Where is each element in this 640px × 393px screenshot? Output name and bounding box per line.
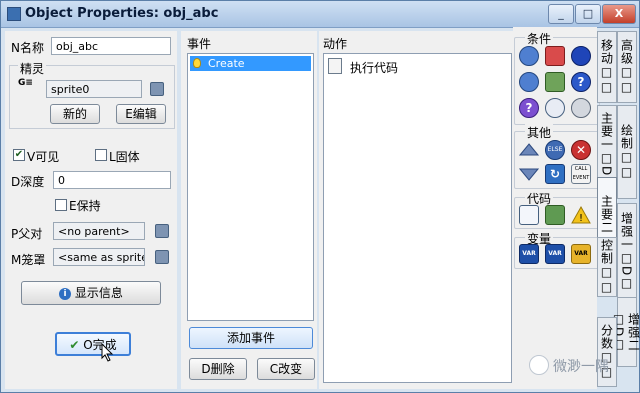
- check-question-icon[interactable]: ?: [571, 72, 591, 92]
- svg-text:!: !: [579, 213, 583, 224]
- mask-label: M笼罩: [11, 253, 46, 267]
- show-info-label: 显示信息: [74, 286, 123, 300]
- parent-label: P父对: [11, 227, 43, 241]
- tab-extra1[interactable]: 增强一□D□: [617, 203, 637, 301]
- object-properties-window: Object Properties: obj_abc _ □ X N名称 obj…: [0, 0, 640, 393]
- code-page-icon: [328, 58, 342, 74]
- actions-header: 动作: [323, 37, 348, 51]
- group-other: 其他 ELSE ✕ ↻ CALL EVENT: [514, 124, 600, 189]
- set-variable-icon[interactable]: VAR: [519, 244, 539, 264]
- new-sprite-button[interactable]: 新的: [50, 104, 100, 124]
- actions-list[interactable]: 执行代码: [323, 53, 512, 383]
- tab-control[interactable]: 控制□□: [597, 237, 617, 297]
- check-mouse-icon[interactable]: [545, 98, 565, 118]
- call-event-icon[interactable]: CALL EVENT: [571, 164, 591, 184]
- group-conditions: 条件 ? ?: [514, 30, 600, 125]
- depth-label: D深度: [11, 175, 45, 189]
- properties-panel: N名称 obj_abc 精灵 G≡ sprite0 新的 E编辑 ✔ V可见 L…: [5, 31, 177, 389]
- palette-tabs: 高级□□ 移动□□ 主要一□D□ 绘制□□ 主要二□D□ 增强一□D□ 控制□□…: [595, 27, 640, 392]
- sprite-preview-icon: G≡: [18, 78, 33, 88]
- title-bar: Object Properties: obj_abc _ □ X: [1, 1, 639, 28]
- event-item-create[interactable]: Create: [190, 56, 311, 71]
- tab-draw[interactable]: 绘制□□: [617, 105, 637, 199]
- group-other-label: 其他: [525, 124, 554, 141]
- check-grid-icon[interactable]: [571, 98, 591, 118]
- persistent-checkbox[interactable]: [55, 199, 67, 211]
- actions-panel: 动作 执行代码: [319, 31, 513, 389]
- depth-input[interactable]: 0: [53, 171, 171, 189]
- mask-select[interactable]: <same as sprite>: [53, 248, 145, 266]
- repeat-icon[interactable]: ↻: [545, 164, 565, 184]
- ok-button[interactable]: ✔ O完成: [55, 332, 131, 356]
- comment-warning-icon[interactable]: !: [571, 205, 591, 225]
- edit-sprite-button[interactable]: E编辑: [116, 104, 166, 124]
- start-block-icon[interactable]: [518, 140, 540, 160]
- add-event-button[interactable]: 添加事件: [189, 327, 313, 349]
- solid-checkbox[interactable]: [95, 149, 107, 161]
- event-item-label: Create: [208, 57, 245, 70]
- sprite-menu-icon[interactable]: [150, 82, 164, 96]
- solid-label: L固体: [109, 150, 140, 164]
- execute-script-icon[interactable]: [545, 205, 565, 225]
- check-object-icon[interactable]: [571, 46, 591, 66]
- window-icon: [7, 7, 21, 21]
- tab-move[interactable]: 移动□□: [597, 31, 617, 103]
- group-conditions-label: 条件: [525, 30, 554, 47]
- close-button[interactable]: X: [602, 4, 636, 24]
- group-code: 代码 !: [514, 190, 600, 229]
- info-icon: i: [59, 287, 72, 300]
- mask-menu-icon[interactable]: [155, 250, 169, 264]
- end-block-icon[interactable]: [518, 164, 540, 184]
- execute-code-icon[interactable]: [519, 205, 539, 225]
- group-variables: 变量 VAR VAR VAR: [514, 230, 600, 269]
- change-event-button[interactable]: C改变: [257, 358, 315, 380]
- delete-event-button[interactable]: D删除: [189, 358, 247, 380]
- persistent-label: E保持: [69, 199, 101, 213]
- watermark: 微渺一隅: [529, 351, 633, 379]
- watermark-text: 微渺一隅: [553, 359, 609, 375]
- check-empty-icon[interactable]: [519, 46, 539, 66]
- action-item-label: 执行代码: [350, 61, 399, 75]
- else-icon[interactable]: ELSE: [545, 140, 565, 160]
- events-panel: 事件 Create 添加事件 D删除 C改变: [181, 31, 317, 389]
- name-input[interactable]: obj_abc: [51, 37, 171, 55]
- events-list[interactable]: Create: [187, 53, 314, 321]
- ok-check-icon: ✔: [69, 338, 80, 352]
- mouse-cursor: [101, 343, 114, 362]
- events-header: 事件: [187, 37, 212, 51]
- lightbulb-icon: [193, 58, 201, 68]
- maximize-button[interactable]: □: [575, 4, 601, 24]
- exit-event-icon[interactable]: ✕: [571, 140, 591, 160]
- test-variable-icon[interactable]: VAR: [545, 244, 565, 264]
- name-label: N名称: [11, 41, 44, 55]
- test-instance-count-icon[interactable]: [519, 72, 539, 92]
- check-collision-icon[interactable]: [545, 46, 565, 66]
- sprite-group-label: 精灵: [18, 60, 47, 77]
- parent-select[interactable]: <no parent>: [53, 222, 145, 240]
- test-chance-icon[interactable]: [545, 72, 565, 92]
- draw-variable-icon[interactable]: VAR: [571, 244, 591, 264]
- test-expression-icon[interactable]: ?: [519, 98, 539, 118]
- window-title: Object Properties: obj_abc: [25, 6, 219, 21]
- parent-menu-icon[interactable]: [155, 224, 169, 238]
- visible-checkbox[interactable]: ✔: [13, 149, 25, 161]
- minimize-button[interactable]: _: [548, 4, 574, 24]
- show-info-button[interactable]: i 显示信息: [21, 281, 161, 305]
- sprite-select[interactable]: sprite0: [46, 80, 142, 98]
- chat-bubble-icon: [529, 355, 549, 375]
- tab-advanced[interactable]: 高级□□: [617, 31, 637, 103]
- action-item-execute-code[interactable]: 执行代码: [326, 56, 506, 76]
- sprite-group: 精灵 G≡ sprite0 新的 E编辑: [9, 60, 175, 129]
- visible-label: V可见: [27, 150, 60, 164]
